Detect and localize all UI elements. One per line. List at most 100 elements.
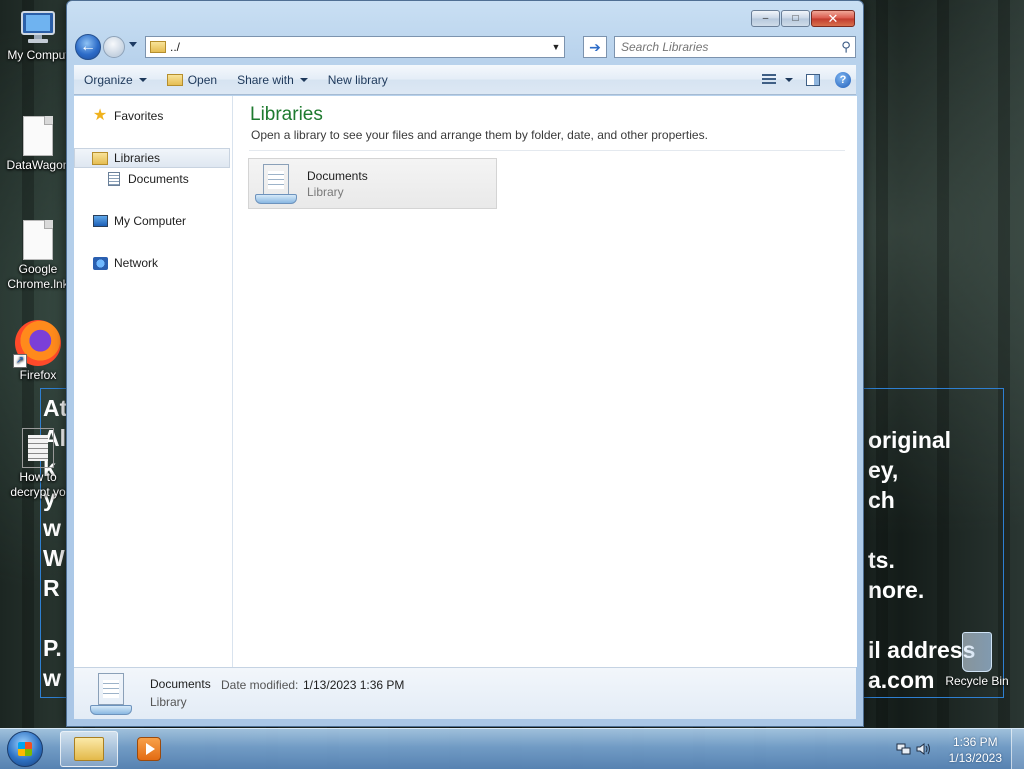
desktop-icon-datawagon[interactable]: DataWagon [1,116,75,173]
shortcut-arrow-icon: ↗ [13,354,27,368]
maximize-button[interactable]: □ [781,10,810,27]
nav-item-documents[interactable]: Documents [74,169,230,189]
library-item-name: Documents [307,168,368,183]
chevron-down-icon [138,77,147,82]
forward-button[interactable] [103,36,125,58]
desktop-icon-label: My Comput [7,48,69,62]
back-arrow-icon: ← [80,38,96,55]
documents-icon [106,172,122,187]
open-button[interactable]: Open [157,68,227,92]
caption-buttons: – □ ✕ [750,10,855,27]
desktop-icon-label: Google Chrome.lnk [7,262,69,291]
nav-item-favorites[interactable]: ★ Favorites [74,106,230,126]
network-icon [92,256,108,271]
libraries-icon [92,151,108,166]
navigation-bar: ← ../ ▼ ➔ ⚲ [73,33,857,61]
desktop-icon-firefox[interactable]: ↗ Firefox [1,320,75,383]
new-library-button[interactable]: New library [318,68,398,92]
nav-item-libraries[interactable]: Libraries [74,148,230,168]
help-icon: ? [835,71,851,88]
recycle-bin-icon [962,632,992,672]
star-icon: ★ [92,107,108,124]
desktop-icon-label: Firefox [19,368,57,382]
folder-open-icon [166,73,183,86]
desktop-icon-recycle-bin[interactable]: Recycle Bin [940,632,1014,688]
go-button[interactable]: ➔ [583,36,607,58]
computer-icon [18,10,58,46]
documents-library-icon [253,162,299,206]
view-options-dropdown[interactable] [782,69,796,91]
file-icon [23,220,53,260]
libraries-folder-icon [150,41,166,53]
share-with-label: Share with [237,72,294,87]
details-date-modified-label: Date modified: [221,678,299,692]
taskbar: 1:36 PM 1/13/2023 [0,728,1024,769]
volume-icon[interactable] [916,742,932,756]
taskbar-item-explorer[interactable] [60,731,118,767]
change-view-button[interactable] [756,69,782,91]
views-icon [762,73,776,86]
explorer-window: – □ ✕ ← ../ ▼ ➔ ⚲ Organize Open Share w [66,0,864,727]
library-item-type: Library [307,184,344,199]
command-bar: Organize Open Share with New library ? [74,65,856,95]
desktop-icon-how-to-decrypt[interactable]: How to decrypt yo [1,428,75,500]
navigation-pane: ★ Favorites Libraries Documents My Compu… [74,96,233,667]
nav-item-network[interactable]: Network [74,253,230,273]
chevron-down-icon [785,77,793,82]
new-library-label: New library [327,72,388,87]
search-input[interactable] [615,39,837,55]
help-button[interactable]: ? [830,69,856,91]
start-button[interactable] [7,731,43,767]
firefox-icon: ↗ [13,320,61,368]
desktop-icon-label: DataWagon [6,158,70,172]
share-with-button[interactable]: Share with [227,68,318,92]
nav-item-label: Documents [128,172,189,186]
file-explorer-icon [74,737,104,761]
file-icon [23,116,53,156]
desktop-icon-label: How to decrypt yo [10,470,66,499]
address-bar[interactable]: ../ ▼ [145,36,565,58]
page-subtitle: Open a library to see your files and arr… [251,128,708,142]
taskbar-item-media-player[interactable] [120,731,178,767]
details-type: Library [150,695,187,709]
nav-item-label: My Computer [114,214,187,228]
open-label: Open [187,72,218,87]
nav-item-my-computer[interactable]: My Computer [74,211,230,231]
chevron-down-icon [299,77,308,82]
divider [249,150,845,151]
search-icon[interactable]: ⚲ [837,39,855,55]
details-pane: Documents Date modified: 1/13/2023 1:36 … [74,667,856,719]
back-button[interactable]: ← [75,34,101,60]
network-status-icon[interactable] [896,742,912,756]
clock-time: 1:36 PM [952,735,998,749]
clock-date: 1/13/2023 [948,751,1002,765]
text-file-icon [22,428,54,468]
clock[interactable]: 1:36 PM 1/13/2023 [949,734,1002,766]
preview-pane-button[interactable] [800,69,826,91]
desktop-icon-my-computer[interactable]: My Comput [1,10,75,63]
search-box[interactable]: ⚲ [614,36,856,58]
content-pane: Libraries Open a library to see your fil… [233,96,857,667]
minimize-button[interactable]: – [751,10,780,27]
recent-pages-dropdown[interactable] [129,42,137,47]
address-dropdown-icon[interactable]: ▼ [548,37,564,57]
desktop-icon-google-chrome[interactable]: Google Chrome.lnk [1,220,75,292]
page-title: Libraries [250,104,323,125]
desktop-icon-label: Recycle Bin [945,674,1009,688]
media-player-icon [137,737,161,761]
details-date-modified-value: 1/13/2023 1:36 PM [303,678,405,692]
library-item-documents[interactable]: Documents Library [248,158,497,209]
close-button[interactable]: ✕ [811,10,855,27]
show-desktop-button[interactable] [1011,729,1024,769]
documents-library-icon [88,671,134,717]
nav-item-label: Network [114,256,159,270]
preview-pane-icon [806,73,820,86]
address-input[interactable]: ../ [170,40,548,54]
computer-icon [92,214,108,229]
system-tray: 1:36 PM 1/13/2023 [884,729,1024,769]
organize-label: Organize [84,72,133,87]
nav-item-label: Libraries [114,151,161,165]
organize-button[interactable]: Organize [74,68,157,92]
nav-item-label: Favorites [114,109,164,123]
details-name: Documents [150,677,211,691]
